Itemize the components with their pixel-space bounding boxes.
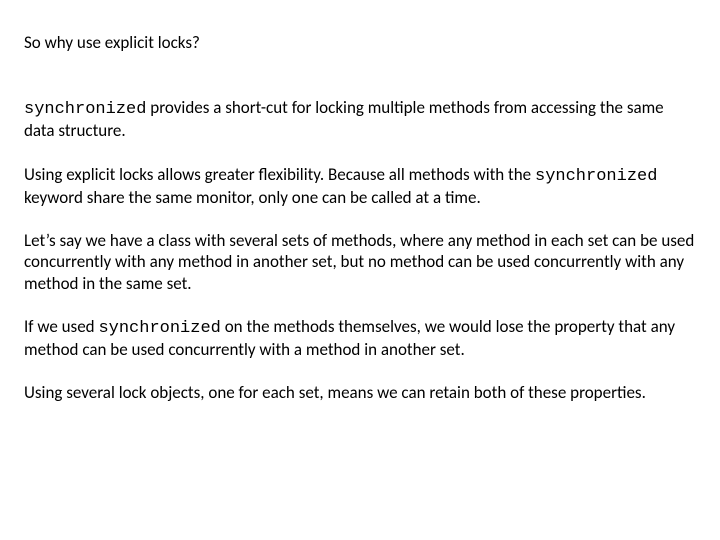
slide-title: So why use explicit locks?	[24, 32, 696, 53]
code-keyword: synchronized	[24, 100, 146, 119]
paragraph-2: Using explicit locks allows greater flex…	[24, 164, 696, 209]
paragraph-4: If we used synchronized on the methods t…	[24, 316, 696, 361]
slide: So why use explicit locks? synchronized …	[0, 0, 720, 540]
text-run: keyword share the same monitor, only one…	[24, 187, 481, 208]
text-run: Using explicit locks allows greater flex…	[24, 164, 535, 185]
text-run: If we used	[24, 316, 98, 337]
paragraph-5: Using several lock objects, one for each…	[24, 382, 696, 403]
paragraph-3: Let’s say we have a class with several s…	[24, 230, 696, 294]
code-keyword: synchronized	[535, 167, 657, 186]
paragraph-1: synchronized provides a short-cut for lo…	[24, 97, 696, 142]
code-keyword: synchronized	[98, 319, 220, 338]
